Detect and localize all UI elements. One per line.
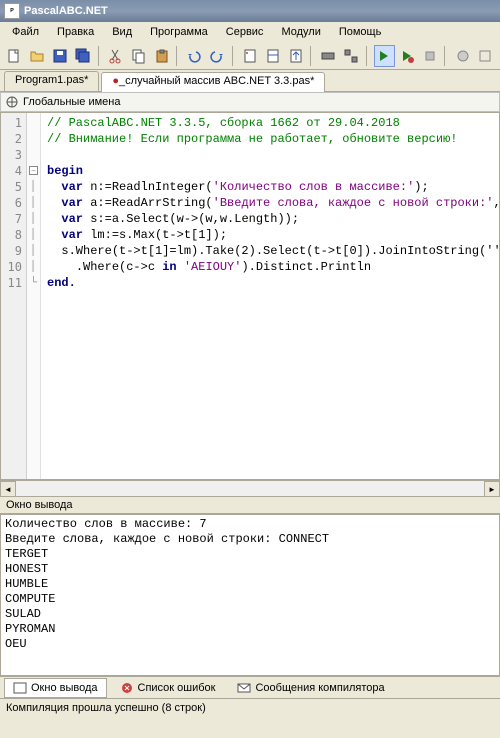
- tab-label: Окно вывода: [31, 682, 98, 694]
- tab-bar: Program1.pas* ●_случайный массив ABC.NET…: [0, 70, 500, 92]
- open-file-button[interactable]: [27, 45, 48, 67]
- menu-view[interactable]: Вид: [104, 24, 140, 40]
- code-editor[interactable]: 1234567891011 − ││││││└ // PascalABC.NET…: [0, 112, 500, 480]
- debug-button[interactable]: [397, 45, 418, 67]
- separator: [310, 46, 314, 66]
- redo-button[interactable]: [207, 45, 228, 67]
- copy-button[interactable]: [128, 45, 149, 67]
- line-gutter: 1234567891011: [1, 113, 27, 479]
- tab-errors[interactable]: Список ошибок: [111, 678, 225, 698]
- save-button[interactable]: [50, 45, 71, 67]
- menu-modules[interactable]: Модули: [273, 24, 328, 40]
- separator: [366, 46, 370, 66]
- scroll-right-button[interactable]: ►: [484, 481, 500, 497]
- tab-output[interactable]: Окно вывода: [4, 678, 107, 698]
- scroll-left-button[interactable]: ◄: [0, 481, 16, 497]
- tab-compiler-messages[interactable]: Сообщения компилятора: [228, 678, 393, 698]
- compile-button[interactable]: [318, 45, 339, 67]
- app-icon: ᴾ: [4, 3, 20, 19]
- step-over-button[interactable]: [262, 45, 283, 67]
- build-button[interactable]: [341, 45, 362, 67]
- separator: [98, 46, 102, 66]
- tab-label: Список ошибок: [138, 682, 216, 694]
- fold-column: − ││││││└: [27, 113, 41, 479]
- run-button[interactable]: [374, 45, 395, 67]
- error-icon: [120, 681, 134, 695]
- menu-bar: Файл Правка Вид Программа Сервис Модули …: [0, 22, 500, 42]
- stop-button[interactable]: [419, 45, 440, 67]
- paste-button[interactable]: [151, 45, 172, 67]
- cut-button[interactable]: [105, 45, 126, 67]
- step-in-button[interactable]: [240, 45, 261, 67]
- tab-label: Сообщения компилятора: [255, 682, 384, 694]
- separator: [444, 46, 448, 66]
- status-bar: Компиляция прошла успешно (8 строк): [0, 698, 500, 716]
- breadcrumb-bar[interactable]: Глобальные имена: [0, 92, 500, 112]
- watch-button[interactable]: [475, 45, 496, 67]
- output-icon: [13, 681, 27, 695]
- globe-icon: [5, 95, 19, 109]
- title-bar: ᴾ PascalABC.NET: [0, 0, 500, 22]
- messages-icon: [237, 681, 251, 695]
- window-title: PascalABC.NET: [24, 5, 108, 17]
- step-out-button[interactable]: [285, 45, 306, 67]
- scroll-track[interactable]: [16, 481, 484, 496]
- bottom-tab-bar: Окно вывода Список ошибок Сообщения комп…: [0, 676, 500, 698]
- menu-service[interactable]: Сервис: [218, 24, 272, 40]
- horizontal-scrollbar[interactable]: ◄ ►: [0, 480, 500, 496]
- menu-program[interactable]: Программа: [142, 24, 216, 40]
- tab-random-array[interactable]: ●_случайный массив ABC.NET 3.3.pas*: [101, 72, 325, 92]
- separator: [176, 46, 180, 66]
- code-content[interactable]: // PascalABC.NET 3.3.5, сборка 1662 от 2…: [41, 113, 499, 479]
- tab-program1[interactable]: Program1.pas*: [4, 71, 99, 91]
- separator: [232, 46, 236, 66]
- undo-button[interactable]: [184, 45, 205, 67]
- status-text: Компиляция прошла успешно (8 строк): [6, 702, 206, 714]
- output-panel-title: Окно вывода: [0, 496, 500, 514]
- tab-label: _случайный массив ABC.NET 3.3.pas*: [119, 75, 314, 87]
- new-file-button[interactable]: [4, 45, 25, 67]
- menu-edit[interactable]: Правка: [49, 24, 102, 40]
- output-panel[interactable]: Количество слов в массиве: 7Введите слов…: [0, 514, 500, 676]
- fold-collapse-icon[interactable]: −: [29, 166, 38, 175]
- toolbar: [0, 42, 500, 70]
- menu-file[interactable]: Файл: [4, 24, 47, 40]
- breadcrumb-text: Глобальные имена: [23, 96, 121, 108]
- breakpoint-button[interactable]: [452, 45, 473, 67]
- save-all-button[interactable]: [73, 45, 94, 67]
- menu-help[interactable]: Помощь: [331, 24, 390, 40]
